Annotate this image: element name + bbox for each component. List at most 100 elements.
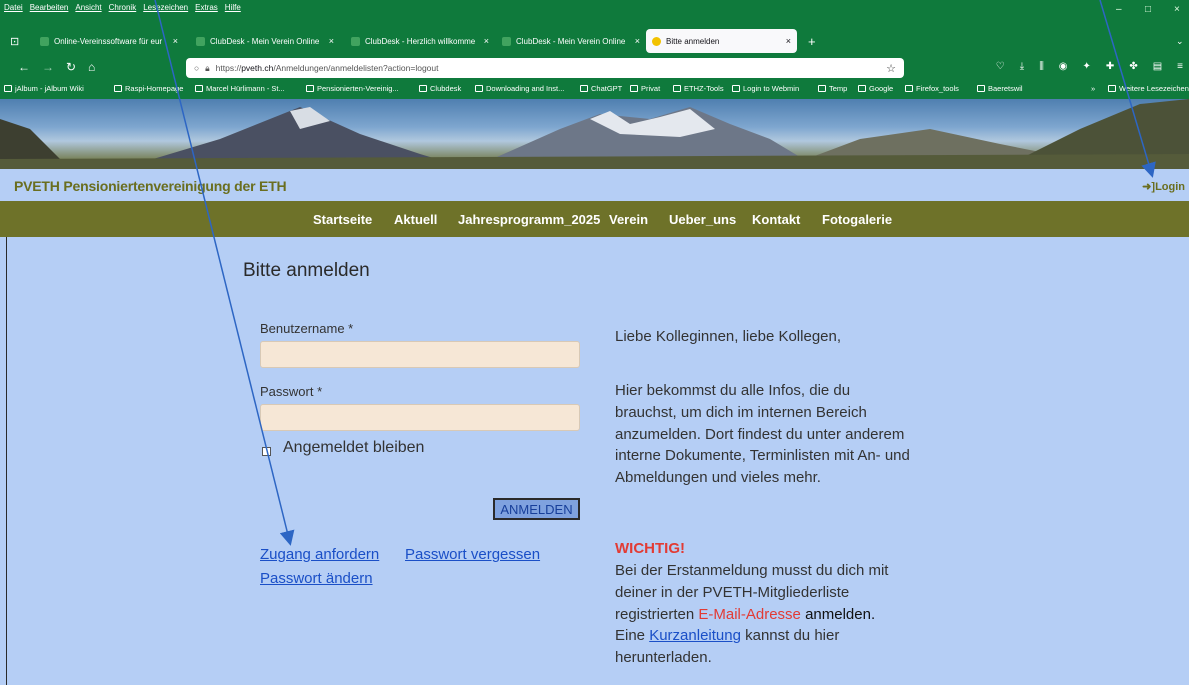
- forward-arrow-icon[interactable]: →: [42, 60, 54, 74]
- nav-kontakt[interactable]: Kontakt: [752, 212, 800, 227]
- new-tab-button[interactable]: +: [802, 29, 822, 53]
- email-address-highlight: E-Mail-Adresse: [698, 605, 801, 623]
- login-link[interactable]: ➜]Login: [1142, 180, 1185, 193]
- home-icon[interactable]: ⌂: [88, 60, 95, 74]
- info-line: anzumelden. Dort findest du unter andere…: [615, 425, 905, 443]
- lock-icon[interactable]: 🔒︎: [205, 63, 210, 74]
- puzzle-extensions-icon[interactable]: ✚: [1106, 61, 1114, 72]
- bookmark-label: Firefox_tools: [916, 84, 959, 93]
- bookmark-label: Raspi-Homepage: [125, 84, 184, 93]
- addon-icon[interactable]: ✤: [1129, 61, 1137, 72]
- info-line: Hier bekommst du alle Infos, die du: [615, 382, 851, 399]
- bookmark-label: ChatGPT: [591, 84, 623, 93]
- bookmark-favicon-icon: [306, 85, 314, 92]
- important-text: anmelden.: [800, 605, 876, 623]
- bookmark-pensionierten[interactable]: Pensionierten-Vereinig...: [306, 84, 399, 93]
- bookmark-temp[interactable]: Temp: [818, 84, 847, 93]
- printer-icon[interactable]: ▤: [1153, 61, 1162, 72]
- nav-verein[interactable]: Verein: [609, 212, 648, 227]
- tab-clubdesk-2[interactable]: ClubDesk - Mein Verein Online ×: [496, 29, 646, 53]
- bookmark-ethz-tools[interactable]: ETHZ-Tools: [673, 84, 724, 93]
- menu-datei[interactable]: Datei: [4, 3, 23, 12]
- nav-jahresprogramm[interactable]: Jahresprogramm_2025: [458, 212, 600, 227]
- clubdesk-favicon-icon: [502, 36, 511, 46]
- menu-extras[interactable]: Extras: [195, 3, 218, 12]
- back-arrow-icon[interactable]: ←: [18, 60, 30, 74]
- tab-clubdesk-1[interactable]: ClubDesk - Mein Verein Online ×: [190, 29, 340, 53]
- tab-overview-icon[interactable]: ⊡: [4, 29, 26, 53]
- tab-bar: ⊡ Online-Vereinssoftware für eur × ClubD…: [0, 24, 1189, 56]
- maximize-icon[interactable]: □: [1145, 4, 1151, 15]
- site-title[interactable]: PVETH Pensioniertenvereinigung der ETH: [14, 178, 287, 194]
- folder-icon: [630, 85, 638, 92]
- tab-close-icon[interactable]: ×: [484, 36, 489, 46]
- address-bar[interactable]: ○ 🔒︎ https://pveth.ch/Anmeldungen/anmeld…: [186, 58, 904, 78]
- bookmark-weitere[interactable]: Weitere Lesezeichen: [1108, 84, 1189, 93]
- bookmark-clubdesk[interactable]: Clubdesk: [419, 84, 461, 93]
- forgot-password-link[interactable]: Passwort vergessen: [405, 546, 540, 563]
- hamburger-menu-icon[interactable]: ≡: [1177, 61, 1183, 72]
- change-password-link[interactable]: Passwort ändern: [260, 570, 373, 587]
- nav-ueber-uns[interactable]: Ueber_uns: [669, 212, 736, 227]
- tracking-shield-icon[interactable]: ○: [194, 63, 199, 73]
- menu-ansicht[interactable]: Ansicht: [75, 3, 101, 12]
- menu-lesezeichen[interactable]: Lesezeichen: [143, 3, 188, 12]
- password-field[interactable]: [260, 404, 580, 431]
- downloads-icon[interactable]: ⤓: [1020, 61, 1024, 72]
- nav-startseite[interactable]: Startseite: [313, 212, 372, 227]
- menu-hilfe[interactable]: Hilfe: [225, 3, 241, 12]
- bookmarks-toolbar: jAlbum - jAlbum Wiki Raspi-Homepage Marc…: [0, 80, 1189, 99]
- bookmark-chatgpt[interactable]: ChatGPT: [580, 84, 622, 93]
- mountain-banner-image: [0, 99, 1189, 169]
- remember-me-checkbox[interactable]: [262, 447, 271, 456]
- url-text: https://pveth.ch/Anmeldungen/anmeldelist…: [216, 63, 439, 73]
- bookmarks-overflow-button[interactable]: »: [1091, 84, 1095, 93]
- tab-bitte-anmelden[interactable]: Bitte anmelden ×: [646, 29, 797, 53]
- pocket-icon[interactable]: ♡: [996, 61, 1005, 72]
- login-submit-button[interactable]: ANMELDEN: [493, 498, 580, 520]
- bookmark-privat[interactable]: Privat: [630, 84, 660, 93]
- tab-list-chevron-down-icon[interactable]: ⌄: [1170, 29, 1189, 53]
- bookmark-marcel[interactable]: Marcel Hürlimann - St...: [195, 84, 285, 93]
- tab-close-icon[interactable]: ×: [635, 36, 640, 46]
- menu-chronik[interactable]: Chronik: [109, 3, 137, 12]
- request-access-link[interactable]: Zugang anfordern: [260, 546, 379, 563]
- important-line: Bei der Erstanmeldung musst du dich mit: [615, 562, 889, 579]
- account-icon[interactable]: ◉: [1059, 61, 1068, 72]
- nav-fotogalerie[interactable]: Fotogalerie: [822, 212, 892, 227]
- bookmark-label: Login to Webmin: [743, 84, 800, 93]
- bookmark-jalbum[interactable]: jAlbum - jAlbum Wiki: [4, 84, 84, 93]
- bookmark-firefox-tools[interactable]: Firefox_tools: [905, 84, 959, 93]
- bookmark-star-icon[interactable]: ☆: [886, 62, 896, 75]
- username-field[interactable]: [260, 341, 580, 368]
- guide-text: Eine: [615, 627, 650, 645]
- bookmark-google[interactable]: Google: [858, 84, 893, 93]
- library-icon[interactable]: ⫼: [1039, 61, 1044, 72]
- page-title: Bitte anmelden: [243, 260, 370, 281]
- tab-online-vereinssoftware[interactable]: Online-Vereinssoftware für eur ×: [34, 29, 184, 53]
- login-arrow-icon: ➜]: [1142, 181, 1156, 193]
- bookmark-label: ETHZ-Tools: [684, 84, 724, 93]
- bookmark-downloading[interactable]: Downloading and Inst...: [475, 84, 564, 93]
- close-window-icon[interactable]: ×: [1174, 4, 1180, 15]
- login-label: Login: [1155, 181, 1185, 193]
- tab-close-icon[interactable]: ×: [329, 36, 334, 46]
- folder-icon: [1108, 85, 1116, 92]
- tab-close-icon[interactable]: ×: [786, 36, 791, 46]
- bookmark-webmin[interactable]: Login to Webmin: [732, 84, 799, 93]
- remember-me-label[interactable]: Angemeldet bleiben: [283, 439, 424, 457]
- tab-close-icon[interactable]: ×: [173, 36, 178, 46]
- bookmark-favicon-icon: [4, 85, 12, 92]
- bookmark-raspi[interactable]: Raspi-Homepage: [114, 84, 183, 93]
- menu-bearbeiten[interactable]: Bearbeiten: [30, 3, 69, 12]
- reload-icon[interactable]: ↻: [66, 60, 76, 74]
- folder-icon: [673, 85, 681, 92]
- main-navigation: Startseite Aktuell Jahresprogramm_2025 V…: [0, 201, 1189, 237]
- extension-icon[interactable]: ✦: [1083, 61, 1091, 72]
- bookmark-baeretswil[interactable]: Baeretswil: [977, 84, 1023, 93]
- tab-clubdesk-willkommen[interactable]: ClubDesk - Herzlich willkomme ×: [345, 29, 495, 53]
- minimize-icon[interactable]: –: [1116, 4, 1122, 15]
- nav-aktuell[interactable]: Aktuell: [394, 212, 437, 227]
- bookmark-favicon-icon: [195, 85, 203, 92]
- kurzanleitung-link[interactable]: Kurzanleitung: [649, 627, 741, 644]
